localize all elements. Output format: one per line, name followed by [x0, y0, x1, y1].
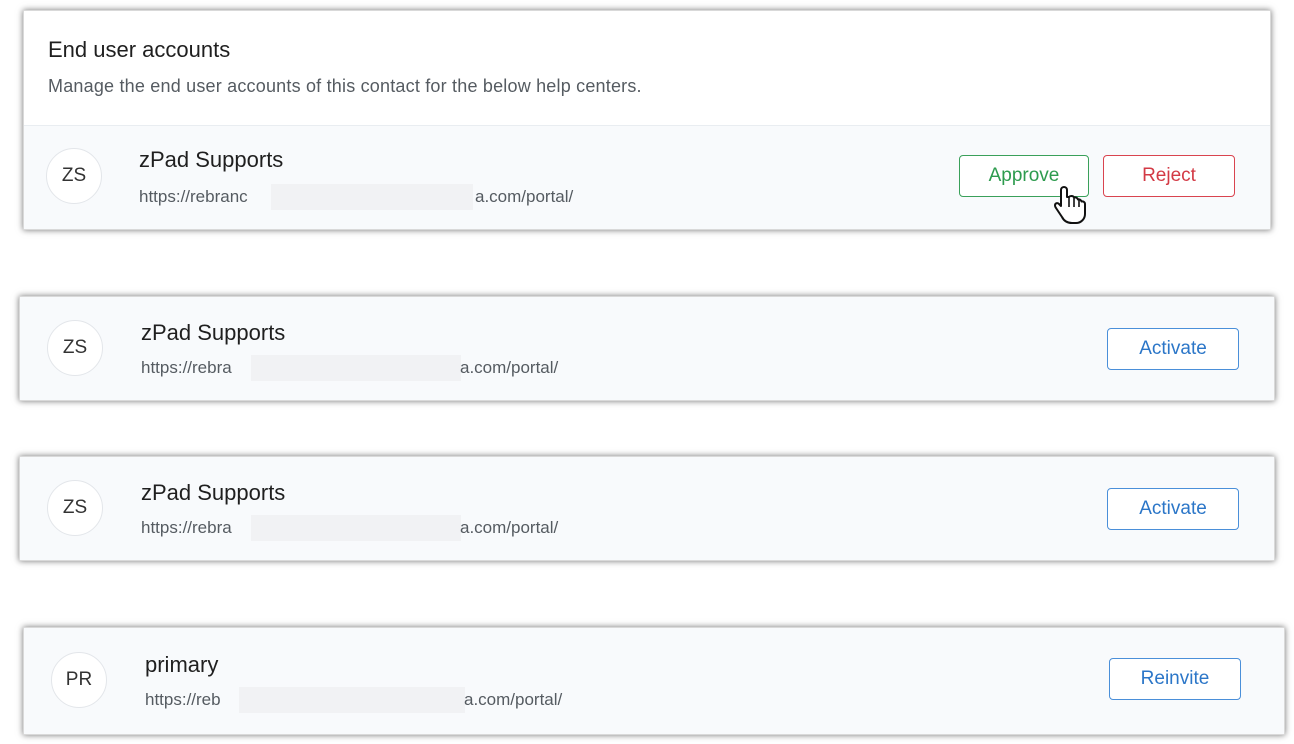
help-center-url: https://rebra a.com/portal/ [141, 355, 581, 381]
help-center-name: zPad Supports [141, 480, 286, 505]
help-center-url: https://reb a.com/portal/ [145, 687, 585, 713]
help-center-name: primary [145, 652, 219, 677]
account-card: ZS zPad Supports https://rebra a.com/por… [19, 456, 1275, 561]
url-redaction [271, 184, 473, 210]
url-prefix: https://rebra [141, 518, 232, 537]
help-center-name: zPad Supports [139, 147, 284, 172]
url-redaction [251, 515, 461, 541]
url-suffix: a.com/portal/ [464, 690, 563, 709]
reject-button[interactable]: Reject [1103, 155, 1235, 197]
section-subtitle: Manage the end user accounts of this con… [48, 76, 642, 96]
panel-header: End user accounts Manage the end user ac… [24, 11, 1270, 126]
account-row: ZS zPad Supports https://rebranc a.com/p… [24, 126, 1270, 229]
help-center-url: https://rebra a.com/portal/ [141, 515, 581, 541]
url-prefix: https://reb [145, 690, 221, 709]
avatar: ZS [47, 480, 103, 536]
avatar: ZS [46, 148, 102, 204]
help-center-name: zPad Supports [141, 320, 286, 345]
url-redaction [239, 687, 465, 713]
url-suffix: a.com/portal/ [460, 358, 559, 377]
activate-button[interactable]: Activate [1107, 488, 1239, 530]
reinvite-button[interactable]: Reinvite [1109, 658, 1241, 700]
activate-button[interactable]: Activate [1107, 328, 1239, 370]
account-row: PR primary https://reb a.com/portal/ Rei… [24, 628, 1284, 734]
url-prefix: https://rebra [141, 358, 232, 377]
account-row: ZS zPad Supports https://rebra a.com/por… [20, 297, 1274, 400]
account-card: PR primary https://reb a.com/portal/ Rei… [23, 627, 1285, 735]
avatar: ZS [47, 320, 103, 376]
url-suffix: a.com/portal/ [460, 518, 559, 537]
hand-pointer-icon [1054, 186, 1086, 224]
url-prefix: https://rebranc [139, 187, 248, 206]
section-title: End user accounts [48, 37, 231, 62]
help-center-url: https://rebranc a.com/portal/ [139, 184, 579, 210]
account-card: ZS zPad Supports https://rebra a.com/por… [19, 296, 1275, 401]
avatar: PR [51, 652, 107, 708]
url-suffix: a.com/portal/ [475, 187, 574, 206]
account-row: ZS zPad Supports https://rebra a.com/por… [20, 457, 1274, 560]
url-redaction [251, 355, 461, 381]
end-user-accounts-panel: End user accounts Manage the end user ac… [23, 10, 1271, 230]
